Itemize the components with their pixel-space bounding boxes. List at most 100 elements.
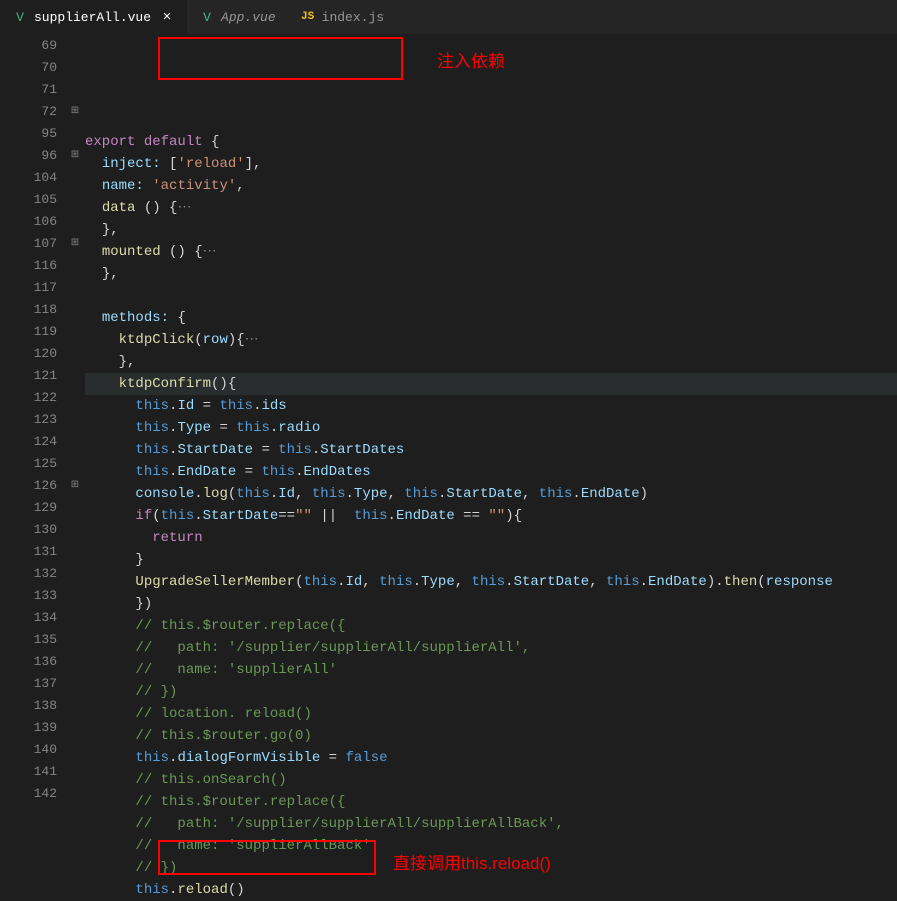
code-line[interactable]: // }) xyxy=(85,857,897,879)
fold-marker xyxy=(65,343,85,365)
code-line[interactable]: this.reload() xyxy=(85,879,897,901)
code-line[interactable]: ktdpConfirm(){ xyxy=(85,373,897,395)
fold-marker xyxy=(65,563,85,585)
fold-marker xyxy=(65,695,85,717)
code-line[interactable]: }, xyxy=(85,219,897,241)
code-content[interactable]: 注入依赖 直接调用this.reload() export default { … xyxy=(85,35,897,850)
fold-marker xyxy=(65,365,85,387)
fold-marker xyxy=(65,783,85,805)
fold-marker xyxy=(65,585,85,607)
code-line[interactable]: inject: ['reload'], xyxy=(85,153,897,175)
tab-supplierall[interactable]: V supplierAll.vue × xyxy=(0,0,187,34)
vue-icon: V xyxy=(12,9,28,25)
line-number: 117 xyxy=(0,277,57,299)
line-number: 96 xyxy=(0,145,57,167)
line-number: 107 xyxy=(0,233,57,255)
line-number: 119 xyxy=(0,321,57,343)
line-number: 142 xyxy=(0,783,57,805)
line-number-gutter: 6970717295961041051061071161171181191201… xyxy=(0,35,65,850)
code-line[interactable]: }, xyxy=(85,351,897,373)
code-line[interactable]: // path: '/supplier/supplierAll/supplier… xyxy=(85,813,897,835)
fold-marker xyxy=(65,255,85,277)
code-line[interactable]: } xyxy=(85,549,897,571)
fold-marker[interactable]: ⊞ xyxy=(65,101,85,123)
line-number: 130 xyxy=(0,519,57,541)
fold-marker xyxy=(65,321,85,343)
fold-marker xyxy=(65,453,85,475)
code-line[interactable]: console.log(this.Id, this.Type, this.Sta… xyxy=(85,483,897,505)
code-line[interactable] xyxy=(85,285,897,307)
code-line[interactable]: // this.$router.go(0) xyxy=(85,725,897,747)
code-line[interactable]: ktdpClick(row){⋯ xyxy=(85,329,897,351)
tab-appvue[interactable]: V App.vue xyxy=(187,0,288,34)
fold-marker xyxy=(65,79,85,101)
fold-marker xyxy=(65,717,85,739)
code-line[interactable]: return xyxy=(85,527,897,549)
tab-indexjs[interactable]: JS index.js xyxy=(288,0,396,34)
tab-label: index.js xyxy=(322,10,384,25)
line-number: 124 xyxy=(0,431,57,453)
code-line[interactable]: this.Type = this.radio xyxy=(85,417,897,439)
line-number: 116 xyxy=(0,255,57,277)
fold-marker xyxy=(65,497,85,519)
code-line[interactable]: // this.onSearch() xyxy=(85,769,897,791)
code-line[interactable]: // this.$router.replace({ xyxy=(85,615,897,637)
code-line[interactable]: // this.$router.replace({ xyxy=(85,791,897,813)
line-number: 129 xyxy=(0,497,57,519)
line-number: 118 xyxy=(0,299,57,321)
js-icon: JS xyxy=(300,9,316,25)
code-line[interactable]: }, xyxy=(85,263,897,285)
line-number: 141 xyxy=(0,761,57,783)
annotation-box-inject xyxy=(158,37,403,80)
fold-marker[interactable]: ⊞ xyxy=(65,145,85,167)
code-line[interactable]: this.EndDate = this.EndDates xyxy=(85,461,897,483)
code-line[interactable]: this.Id = this.ids xyxy=(85,395,897,417)
line-number: 136 xyxy=(0,651,57,673)
line-number: 70 xyxy=(0,57,57,79)
code-line[interactable]: // path: '/supplier/supplierAll/supplier… xyxy=(85,637,897,659)
code-line[interactable]: if(this.StartDate=="" || this.EndDate ==… xyxy=(85,505,897,527)
line-number: 132 xyxy=(0,563,57,585)
line-number: 137 xyxy=(0,673,57,695)
editor-area[interactable]: 6970717295961041051061071161171181191201… xyxy=(0,35,897,850)
code-line[interactable]: name: 'activity', xyxy=(85,175,897,197)
line-number: 133 xyxy=(0,585,57,607)
fold-marker xyxy=(65,607,85,629)
fold-marker xyxy=(65,739,85,761)
code-line[interactable]: }) xyxy=(85,593,897,615)
code-line[interactable]: this.StartDate = this.StartDates xyxy=(85,439,897,461)
fold-marker xyxy=(65,211,85,233)
fold-marker xyxy=(65,277,85,299)
code-line[interactable]: data () {⋯ xyxy=(85,197,897,219)
fold-marker xyxy=(65,629,85,651)
fold-marker xyxy=(65,409,85,431)
fold-marker xyxy=(65,167,85,189)
line-number: 69 xyxy=(0,35,57,57)
fold-marker xyxy=(65,431,85,453)
code-line[interactable]: // name: 'supplierAllBack' xyxy=(85,835,897,857)
code-line[interactable]: methods: { xyxy=(85,307,897,329)
code-line[interactable]: export default { xyxy=(85,131,897,153)
code-line[interactable]: // name: 'supplierAll' xyxy=(85,659,897,681)
fold-marker xyxy=(65,519,85,541)
fold-marker xyxy=(65,299,85,321)
fold-marker xyxy=(65,57,85,79)
code-line[interactable]: mounted () {⋯ xyxy=(85,241,897,263)
fold-marker[interactable]: ⊞ xyxy=(65,233,85,255)
tab-label: supplierAll.vue xyxy=(34,10,151,25)
code-line[interactable]: this.dialogFormVisible = false xyxy=(85,747,897,769)
fold-marker xyxy=(65,651,85,673)
line-number: 131 xyxy=(0,541,57,563)
fold-marker xyxy=(65,761,85,783)
fold-marker[interactable]: ⊞ xyxy=(65,475,85,497)
line-number: 105 xyxy=(0,189,57,211)
line-number: 135 xyxy=(0,629,57,651)
fold-marker xyxy=(65,387,85,409)
tab-bar: V supplierAll.vue × V App.vue JS index.j… xyxy=(0,0,897,35)
line-number: 121 xyxy=(0,365,57,387)
code-line[interactable]: UpgradeSellerMember(this.Id, this.Type, … xyxy=(85,571,897,593)
fold-gutter[interactable]: ⊞ ⊞ ⊞ ⊞ xyxy=(65,35,85,850)
close-icon[interactable]: × xyxy=(159,9,175,25)
code-line[interactable]: // }) xyxy=(85,681,897,703)
code-line[interactable]: // location. reload() xyxy=(85,703,897,725)
